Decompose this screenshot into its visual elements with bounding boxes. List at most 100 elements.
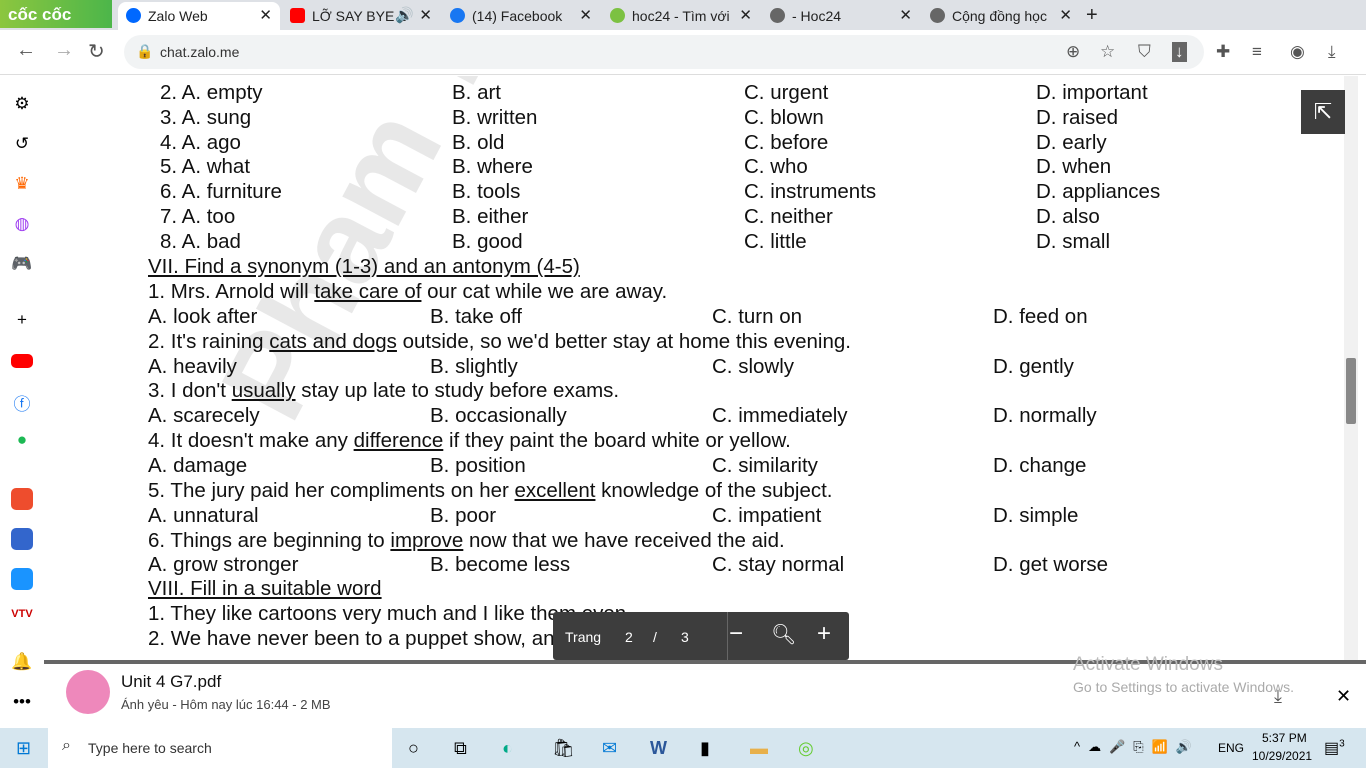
- playlist-icon[interactable]: ≡: [1252, 42, 1262, 62]
- back-icon[interactable]: ←: [16, 39, 36, 62]
- underlined-word: improve: [390, 528, 464, 552]
- zoom-reset-icon[interactable]: 🔍︎: [771, 622, 796, 647]
- profile-icon[interactable]: ◉: [1290, 42, 1305, 62]
- shield-icon[interactable]: ⛉: [1138, 42, 1151, 62]
- mail-icon[interactable]: ✉: [602, 738, 617, 759]
- star-icon[interactable]: ☆: [1100, 42, 1115, 62]
- word-icon[interactable]: W: [650, 738, 667, 759]
- windows-icon[interactable]: ⊞: [16, 738, 31, 759]
- option-text: C. stay normal: [712, 553, 845, 577]
- close-icon[interactable]: ✕: [419, 6, 432, 24]
- option-text: C. who: [744, 155, 808, 179]
- extensions-icon[interactable]: ✚: [1216, 42, 1230, 62]
- option-text: 2. A. empty: [160, 81, 263, 104]
- question-part: stay up late to study before exams.: [295, 379, 620, 403]
- close-icon[interactable]: ✕: [899, 6, 912, 24]
- tab-label: Zalo Web: [148, 8, 208, 24]
- new-tab-button[interactable]: +: [1082, 2, 1106, 30]
- option-text: D. important: [1036, 81, 1148, 104]
- youtube-icon[interactable]: [11, 354, 33, 368]
- vtv-icon[interactable]: VTV: [11, 608, 33, 630]
- option-text: C. before: [744, 130, 829, 154]
- notification-icon[interactable]: ▤3: [1324, 738, 1345, 758]
- underlined-word: difference: [353, 429, 444, 453]
- task-view-icon[interactable]: ⧉: [454, 738, 467, 759]
- open-external-button[interactable]: ⇱: [1301, 90, 1345, 134]
- coccoc-logo[interactable]: cốc cốc: [0, 0, 112, 28]
- activate-title: Activate Windows: [1073, 654, 1223, 675]
- address-bar[interactable]: 🔒 chat.zalo.me: [124, 35, 1204, 69]
- option-text: D. simple: [993, 503, 1079, 527]
- download-icon[interactable]: ↓: [1172, 42, 1187, 62]
- section-heading: VII. Find a synonym (1-3) and an antonym…: [148, 255, 580, 278]
- coccoc-taskbar-icon[interactable]: ◎: [798, 738, 814, 759]
- close-icon[interactable]: ✕: [1059, 6, 1072, 24]
- close-icon[interactable]: ✕: [259, 6, 272, 24]
- question-part: now that we have received the aid.: [463, 528, 785, 552]
- scroll-thumb[interactable]: [1346, 358, 1356, 424]
- page-current-input[interactable]: 2: [625, 629, 633, 645]
- lock-icon: 🔒: [136, 43, 154, 59]
- tab-youtube[interactable]: LỠ SAY BYE L 🔊 ✕: [282, 2, 440, 30]
- option-text: B. slightly: [430, 354, 518, 378]
- option-text: 7. A. too: [160, 205, 236, 228]
- scrollbar[interactable]: [1344, 76, 1358, 660]
- close-icon[interactable]: ✕: [579, 6, 592, 24]
- game-icon[interactable]: 🎮: [11, 254, 33, 276]
- tab-zalo[interactable]: Zalo Web ✕: [118, 2, 280, 30]
- downloads-icon[interactable]: ⤓: [1328, 42, 1336, 62]
- bell-icon[interactable]: 🔔: [11, 652, 33, 674]
- zoom-out-button[interactable]: −: [729, 620, 743, 648]
- option-text: D. early: [1036, 130, 1107, 154]
- close-icon[interactable]: ✕: [1336, 686, 1351, 707]
- crown-icon[interactable]: ♛: [11, 174, 33, 196]
- section-heading: VIII. Fill in a suitable word: [148, 577, 382, 600]
- option-text: B. art: [452, 81, 501, 104]
- tray-icons[interactable]: ^☁🎤⎘📶🔊: [1074, 739, 1200, 755]
- page-sep: /: [653, 629, 657, 645]
- reload-icon[interactable]: ↻: [88, 39, 105, 64]
- messenger-icon[interactable]: ◍: [11, 214, 33, 236]
- search-icon: ⌕: [62, 737, 71, 754]
- add-icon[interactable]: +: [11, 310, 33, 332]
- tab-hoc24-2[interactable]: - Hoc24 ✕: [762, 2, 920, 30]
- language[interactable]: ENG: [1218, 741, 1244, 755]
- spotify-icon[interactable]: ●: [11, 430, 33, 452]
- tab-label: (14) Facebook: [472, 8, 563, 24]
- question-text: 6. Things are beginning to improve now t…: [148, 529, 785, 553]
- tab-congdong[interactable]: Cộng đồng học ✕: [922, 2, 1080, 30]
- clock-time[interactable]: 5:37 PM: [1262, 731, 1307, 745]
- zoom-icon[interactable]: ⊕: [1066, 42, 1080, 62]
- download-icon[interactable]: ⤓: [1274, 686, 1282, 707]
- more-icon[interactable]: •••: [11, 692, 33, 714]
- audio-icon[interactable]: 🔊: [395, 6, 414, 24]
- option-text: D. gently: [993, 354, 1074, 378]
- close-icon[interactable]: ✕: [739, 6, 752, 24]
- option-text: D. appliances: [1036, 180, 1161, 204]
- toolbar: ← → ↻ 🔒 chat.zalo.me ⊕ ☆ ⛉ ↓ ✚ ≡ ◉ ⤓: [0, 30, 1366, 75]
- store-icon[interactable]: 🛍: [552, 738, 575, 759]
- forward-icon[interactable]: →: [54, 39, 74, 62]
- question-part: 6. Things are beginning to: [148, 528, 391, 552]
- game-app-icon[interactable]: [11, 528, 33, 550]
- shopee-icon[interactable]: [11, 488, 33, 510]
- clock-date[interactable]: 10/29/2021: [1252, 749, 1312, 763]
- tiki-icon[interactable]: [11, 568, 33, 590]
- history-icon[interactable]: ↺: [11, 134, 33, 156]
- option-text: C. impatient: [712, 503, 822, 527]
- question-text: 1. Mrs. Arnold will take care of our cat…: [148, 280, 667, 304]
- page-controls: Trang 2 / 3 − 🔍︎ +: [553, 612, 849, 660]
- file-name: Unit 4 G7.pdf: [121, 672, 222, 691]
- option-text: D. normally: [993, 404, 1097, 428]
- file-attachment[interactable]: Unit 4 G7.pdf Ánh yêu - Hôm nay lúc 16:4…: [44, 654, 1366, 728]
- sticky-notes-icon[interactable]: ▮: [700, 738, 710, 759]
- settings-icon[interactable]: ⚙: [11, 94, 33, 116]
- cortana-icon[interactable]: ○: [408, 738, 419, 759]
- taskbar-search[interactable]: ⌕ Type here to search: [48, 728, 392, 768]
- facebook-icon[interactable]: ⓕ: [11, 390, 33, 414]
- edge-icon[interactable]: ◐: [502, 738, 513, 759]
- zoom-in-button[interactable]: +: [817, 620, 831, 648]
- tab-hoc24[interactable]: hoc24 - Tìm với ✕: [602, 2, 760, 30]
- file-explorer-icon[interactable]: ▬: [750, 738, 768, 759]
- tab-facebook[interactable]: (14) Facebook ✕: [442, 2, 600, 30]
